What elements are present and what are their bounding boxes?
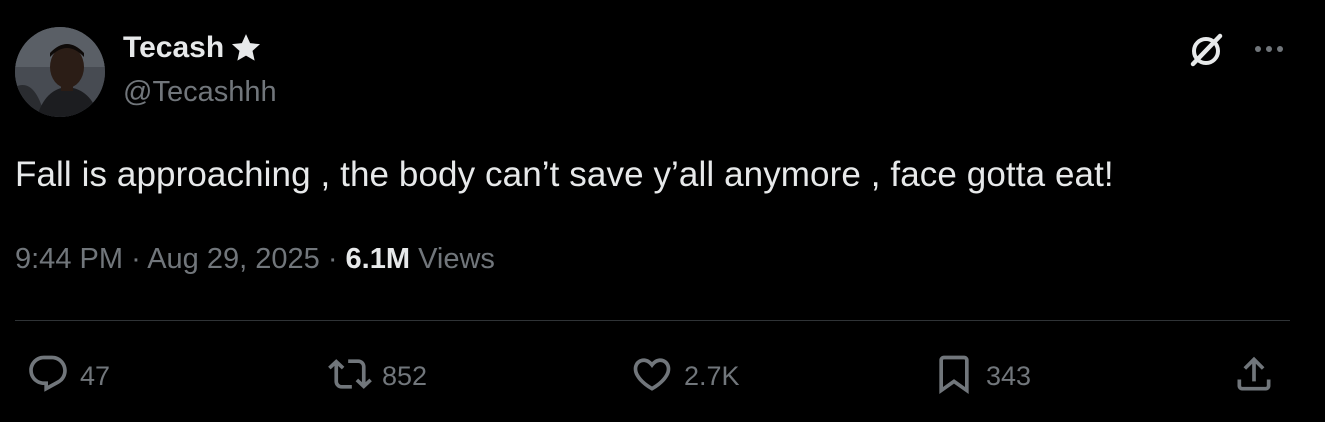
reply-button[interactable]: 47 [26, 354, 110, 398]
views-label: Views [418, 243, 495, 275]
divider [15, 320, 1290, 321]
star-icon [229, 31, 263, 65]
bookmark-icon [932, 352, 976, 401]
repost-count: 852 [382, 360, 428, 391]
repost-icon [328, 352, 372, 401]
tweet-time[interactable]: 9:44 PM [15, 243, 123, 275]
more-icon[interactable] [1250, 34, 1288, 64]
like-button[interactable]: 2.7K [630, 354, 740, 398]
meta-separator: · [327, 243, 338, 275]
share-button[interactable] [1232, 354, 1276, 398]
tweet-date[interactable]: Aug 29, 2025 [147, 243, 320, 275]
repost-button[interactable]: 852 [328, 354, 427, 398]
views-count[interactable]: 6.1M [346, 243, 410, 275]
reply-count: 47 [80, 360, 111, 391]
share-icon [1232, 352, 1276, 401]
avatar[interactable] [15, 27, 105, 117]
avatar-image [15, 27, 105, 117]
tweet-text: Fall is approaching , the body can’t sav… [15, 155, 1114, 194]
grok-icon[interactable] [1186, 30, 1226, 70]
author-display-name[interactable]: Tecash [123, 30, 263, 66]
bookmark-button[interactable]: 343 [932, 354, 1031, 398]
bookmark-count: 343 [986, 360, 1032, 391]
reply-icon [26, 352, 70, 401]
meta-separator: · [131, 243, 141, 275]
tweet-meta: 9:44 PM · Aug 29, 2025 · 6.1M Views [15, 243, 495, 276]
heart-icon [630, 352, 674, 401]
author-handle[interactable]: @Tecashhh [123, 76, 277, 109]
like-count: 2.7K [684, 360, 740, 391]
author-name-text: Tecash [123, 31, 225, 64]
